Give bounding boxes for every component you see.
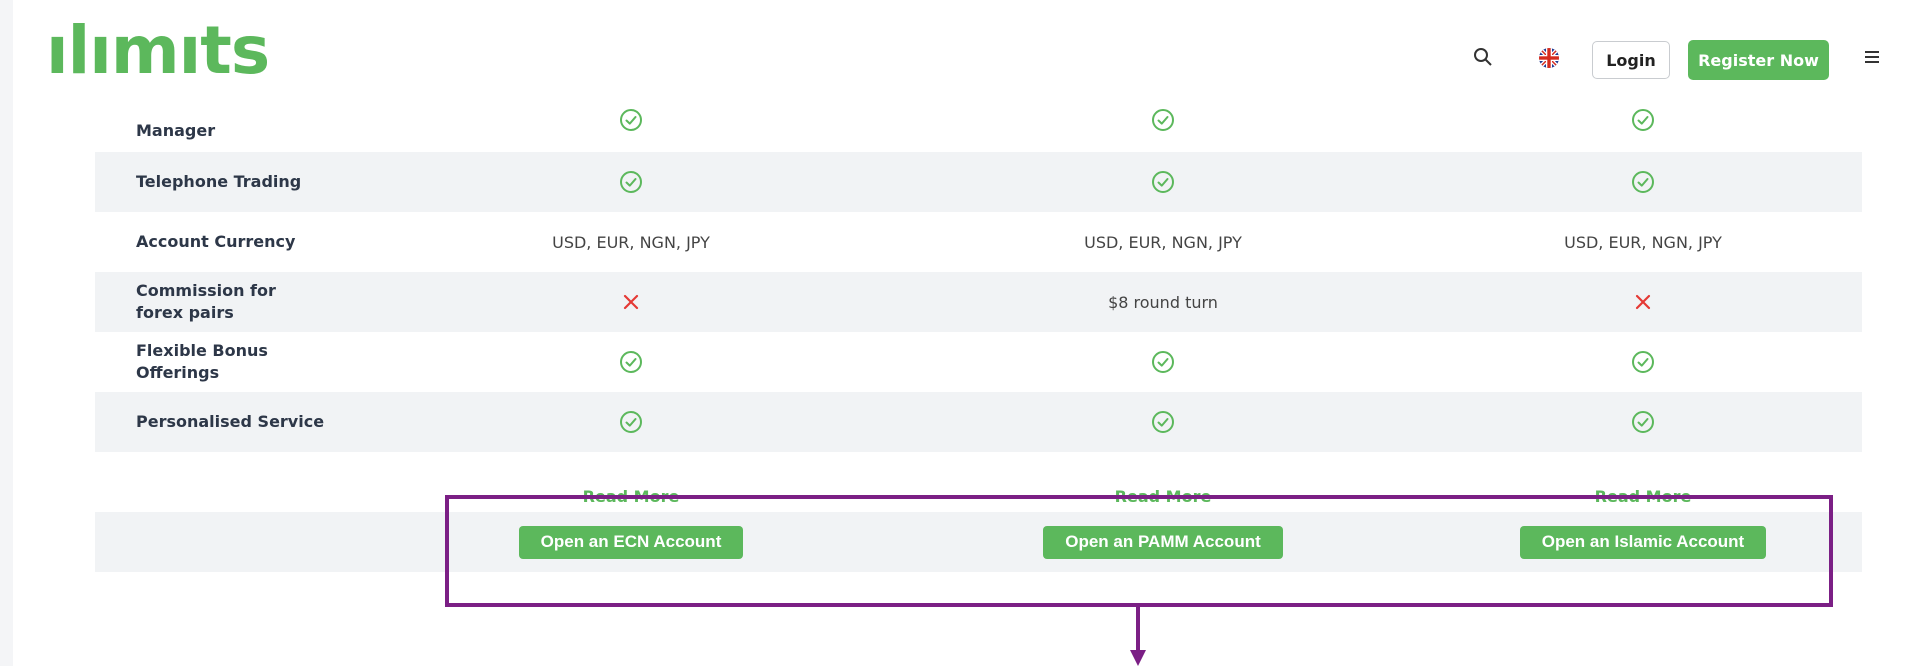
row-label: Telephone Trading [136, 172, 302, 191]
row-label: Account Currency [136, 232, 296, 251]
pamm-check-icon [964, 392, 1362, 452]
table-row: Manager [95, 100, 1862, 152]
islamic-check-icon [1444, 392, 1842, 452]
search-icon[interactable] [1472, 46, 1494, 68]
row-label: Manager [136, 121, 216, 140]
site-header: ılımıts Login Register Now [0, 0, 1922, 110]
table-row: Account Currency USD, EUR, NGN, JPY USD,… [95, 212, 1862, 272]
logo[interactable]: ılımıts [46, 18, 270, 84]
table-row: Commission for forex pairs $8 round turn [95, 272, 1862, 332]
islamic-check-icon [1444, 332, 1842, 392]
ecn-cross-icon [432, 272, 830, 332]
pamm-commission-value: $8 round turn [1108, 292, 1218, 312]
ecn-check-icon [432, 392, 830, 452]
pamm-check-icon [964, 152, 1362, 212]
row-label: Flexible Bonus Offerings [136, 341, 268, 382]
islamic-check-icon [1444, 152, 1842, 212]
table-row: Personalised Service [95, 392, 1862, 452]
down-arrow-icon [1130, 606, 1146, 666]
highlight-annotation-box [445, 495, 1833, 607]
ecn-check-icon [432, 332, 830, 392]
pamm-check-icon [964, 100, 1362, 152]
row-label: Commission for forex pairs [136, 281, 276, 322]
hamburger-menu-icon[interactable] [1862, 46, 1884, 68]
table-row: Telephone Trading [95, 152, 1862, 212]
islamic-cross-icon [1444, 272, 1842, 332]
islamic-check-icon [1444, 100, 1842, 152]
islamic-currency-value: USD, EUR, NGN, JPY [1564, 232, 1722, 252]
ecn-check-icon [432, 100, 830, 152]
pamm-check-icon [964, 332, 1362, 392]
table-row: Flexible Bonus Offerings [95, 332, 1862, 392]
ecn-check-icon [432, 152, 830, 212]
uk-flag-icon[interactable] [1538, 47, 1560, 69]
pamm-currency-value: USD, EUR, NGN, JPY [1084, 232, 1242, 252]
login-button[interactable]: Login [1592, 41, 1670, 79]
ecn-currency-value: USD, EUR, NGN, JPY [552, 232, 710, 252]
register-now-button[interactable]: Register Now [1688, 40, 1829, 80]
row-label: Personalised Service [136, 412, 325, 431]
